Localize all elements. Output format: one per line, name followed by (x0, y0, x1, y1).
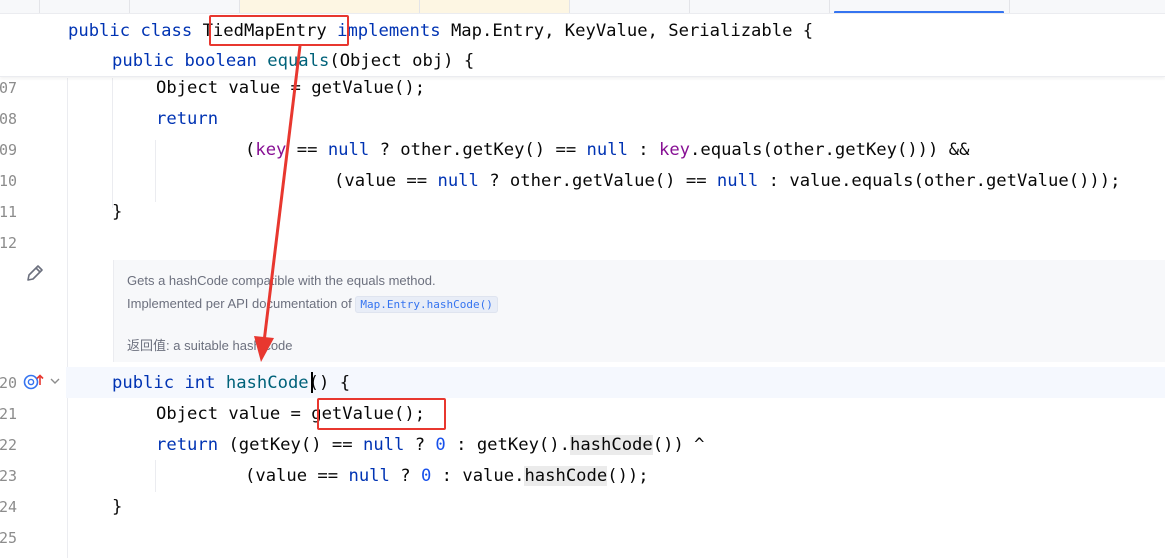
indent-guide (155, 460, 156, 492)
line-number: 25 (0, 529, 18, 547)
rendered-javadoc[interactable]: Gets a hashCode compatible with the equa… (113, 260, 1165, 362)
doc-description: Gets a hashCode compatible with the equa… (127, 273, 436, 288)
editor-tab[interactable] (570, 0, 690, 13)
code-line[interactable]: return (getKey() == null ? 0 : getKey().… (156, 434, 705, 456)
code-line[interactable]: } (112, 496, 122, 518)
line-number: 10 (0, 172, 18, 190)
line-number: 23 (0, 467, 18, 485)
line-number: 21 (0, 405, 18, 423)
indent-guide (112, 78, 113, 208)
line-number: 07 (0, 79, 18, 97)
text-caret (311, 372, 313, 393)
implements-method-icon[interactable] (22, 372, 66, 392)
code-line[interactable]: (value == null ? other.getValue() == nul… (334, 170, 1120, 192)
getvalue-call: getValue(); (311, 404, 426, 424)
line-number: 20 (0, 374, 18, 392)
code-line[interactable]: (value == null ? 0 : value.hashCode()); (245, 465, 649, 487)
edit-doc-pencil-icon[interactable] (25, 263, 45, 283)
sticky-scope-header[interactable]: public class TiedMapEntry implements Map… (0, 15, 1165, 77)
line-number: 22 (0, 436, 18, 454)
editor-tab[interactable] (0, 0, 40, 13)
code-line[interactable]: (key == null ? other.getKey() == null : … (245, 139, 969, 161)
code-line[interactable]: } (112, 201, 122, 223)
editor-tab[interactable] (420, 0, 570, 13)
line-number: 11 (0, 203, 18, 221)
indent-guide (67, 78, 68, 558)
sticky-method-declaration[interactable]: public boolean equals(Object obj) { (112, 50, 474, 72)
doc-description: Implemented per API documentation of Map… (127, 296, 498, 313)
editor-tab[interactable] (130, 0, 240, 13)
active-tab-indicator (834, 11, 1004, 13)
sticky-class-declaration[interactable]: public class TiedMapEntry implements Map… (68, 20, 813, 42)
doc-link[interactable]: Map.Entry.hashCode() (355, 296, 498, 313)
hashcode-declaration[interactable]: public int hashCode() { (112, 372, 350, 394)
code-line[interactable]: Object value = getValue(); (156, 77, 425, 99)
editor-tab-bar (0, 0, 1165, 14)
editor-tab[interactable] (690, 0, 830, 13)
line-number: 08 (0, 110, 18, 128)
indent-guide (155, 140, 156, 202)
line-number: 12 (0, 234, 18, 252)
code-line[interactable]: Object value = getValue(); (156, 403, 425, 425)
editor-tab[interactable] (40, 0, 130, 13)
doc-returns: 返回值: a suitable hash code (127, 338, 293, 353)
line-number: 09 (0, 141, 18, 159)
class-name: TiedMapEntry (202, 21, 327, 41)
line-number: 24 (0, 498, 18, 516)
editor-tab[interactable] (240, 0, 420, 13)
code-line[interactable]: return (156, 108, 218, 130)
